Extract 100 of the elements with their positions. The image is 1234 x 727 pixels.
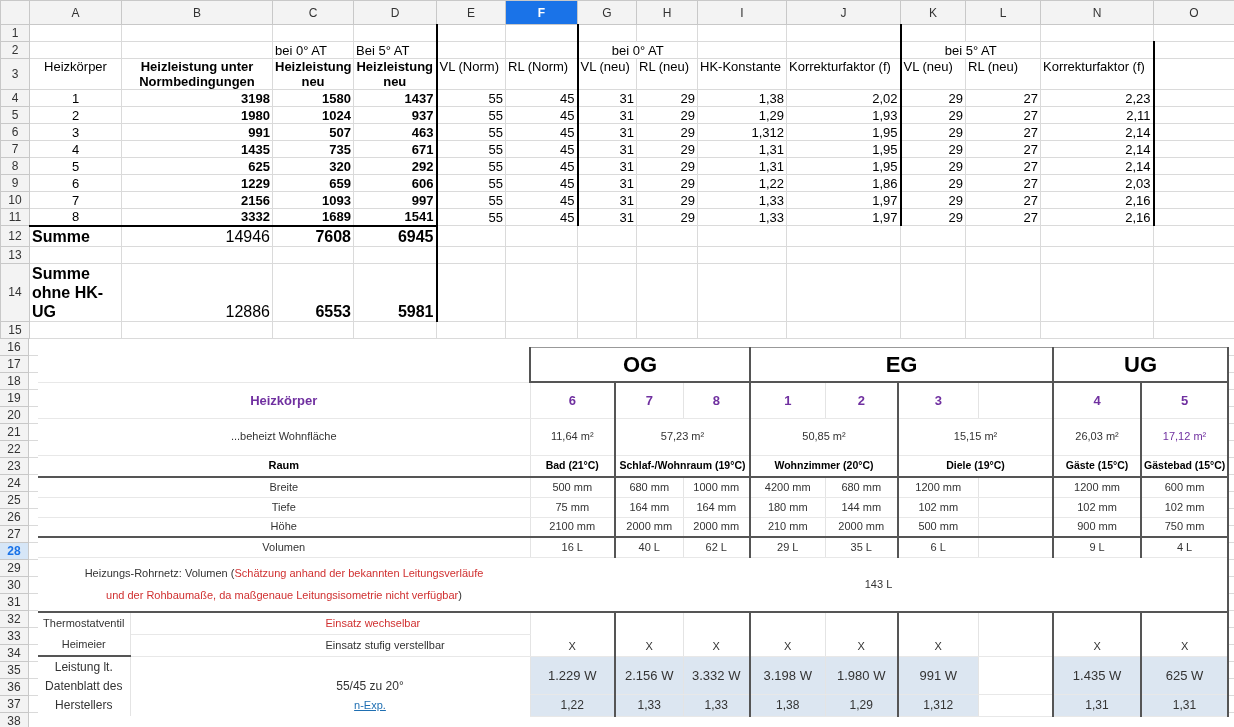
table-cell: 2,16 — [1040, 191, 1154, 209]
table-cell: Schlaf-/Wohnraum (19°C) — [615, 455, 750, 477]
table-cell: 29 — [900, 140, 966, 158]
table-cell: 7 — [29, 191, 122, 209]
table-cell: 164 mm — [683, 497, 750, 517]
table-cell: 606 — [353, 174, 437, 192]
radiator-number: 6 — [530, 382, 615, 418]
table-cell: 29 — [636, 157, 698, 175]
column-header[interactable]: A — [29, 0, 122, 25]
table-cell: 143 L — [530, 557, 1229, 612]
table-cell: 1,31 — [697, 157, 787, 175]
table-cell: 997 — [353, 191, 437, 209]
table-cell: 750 mm — [1141, 517, 1229, 537]
table-cell: 75 mm — [530, 497, 615, 517]
table-cell: 625 W — [1141, 656, 1229, 694]
floor-heading: OG — [530, 347, 750, 382]
table-cell: bei 5° AT — [900, 41, 1041, 59]
table-cell: 2000 mm — [825, 517, 898, 537]
table-cell: 2100 mm — [530, 517, 615, 537]
table-cell: 1,95 — [786, 123, 901, 141]
table-cell: X — [530, 612, 615, 656]
table-cell: 900 mm — [1053, 517, 1142, 537]
table-cell: X — [825, 612, 898, 656]
table-cell: Summe ohne HK-UG — [29, 263, 122, 321]
table-cell: 29 — [636, 191, 698, 209]
column-header[interactable]: H — [636, 0, 698, 25]
column-header[interactable]: B — [121, 0, 273, 25]
table-cell: 164 mm — [615, 497, 683, 517]
column-header[interactable]: G — [577, 0, 637, 25]
table-cell: 2000 mm — [615, 517, 683, 537]
table-cell: 14946 — [121, 225, 273, 246]
table-cell: 1,33 — [697, 208, 787, 226]
table-cell: VL (neu) — [900, 58, 966, 90]
radiator-number: 1 — [750, 382, 825, 418]
column-header[interactable]: J — [786, 0, 901, 25]
table-cell: Gästebad (15°C) — [1141, 455, 1229, 477]
column-header[interactable]: N — [1040, 0, 1154, 25]
table-cell: 31 — [577, 191, 637, 209]
table-cell: Bei 5° AT — [353, 41, 437, 59]
row-header[interactable]: 3 — [0, 58, 30, 90]
column-header[interactable]: C — [272, 0, 354, 25]
column-header[interactable]: F — [505, 0, 578, 25]
table-cell: 1,95 — [786, 140, 901, 158]
table-cell: Summe — [29, 225, 122, 246]
table-cell: Wohnzimmer (20°C) — [750, 455, 898, 477]
table-cell: 27 — [965, 106, 1041, 124]
row-header[interactable]: 14 — [0, 263, 30, 321]
table-cell: 55 — [436, 174, 506, 192]
table-cell: 671 — [353, 140, 437, 158]
table-cell: Volumen — [38, 537, 530, 557]
table-cell: Heizungs-Rohrnetz: Volumen (Schätzung anhand der bekannten Leitungsverläufe und der Rohbaumaße, da maßgenaue Leitungsisometrie nicht verfügbar) — [38, 557, 530, 612]
table-cell: 292 — [353, 157, 437, 175]
table-cell: 27 — [965, 123, 1041, 141]
table-cell: 27 — [965, 140, 1041, 158]
radiator-number: 5 — [1141, 382, 1229, 418]
table-cell: 31 — [577, 89, 637, 107]
table-cell: 50,85 m² — [750, 418, 898, 455]
row-header[interactable]: 12 — [0, 225, 30, 246]
table-cell: Breite — [38, 477, 530, 497]
table-cell: Heizleistung unter Normbedingungen — [121, 58, 273, 90]
column-header[interactable]: E — [436, 0, 506, 25]
column-header[interactable]: O — [1153, 0, 1234, 25]
table-cell: 29 — [900, 123, 966, 141]
column-header[interactable]: D — [353, 0, 437, 25]
table-cell: HK-Konstante — [697, 58, 787, 90]
column-header[interactable]: L — [965, 0, 1041, 25]
table-cell: 1093 — [272, 191, 354, 209]
table-cell: 15,15 m² — [898, 418, 1054, 455]
table-cell: 2156 — [121, 191, 273, 209]
table-cell: 1,97 — [786, 208, 901, 226]
table-cell: 102 mm — [1141, 497, 1229, 517]
table-cell: 27 — [965, 174, 1041, 192]
table-cell: 1580 — [272, 89, 354, 107]
table-cell: 55/45 zu 20° — [130, 656, 530, 694]
table-cell: 17,12 m² — [1141, 418, 1229, 455]
table-cell: 4 L — [1141, 537, 1229, 557]
table-cell: 625 — [121, 157, 273, 175]
n-exp-link[interactable]: n-Exp. — [354, 698, 386, 711]
table-cell: 320 — [272, 157, 354, 175]
table-cell: 55 — [436, 140, 506, 158]
table-cell: 463 — [353, 123, 437, 141]
table-cell: 55 — [436, 191, 506, 209]
column-header[interactable]: I — [697, 0, 787, 25]
table-cell: 2,14 — [1040, 140, 1154, 158]
table-cell: 45 — [505, 140, 578, 158]
table-cell: Thermostatventil Heimeier — [38, 612, 130, 656]
table-cell: 1,86 — [786, 174, 901, 192]
table-cell: 26,03 m² — [1053, 418, 1142, 455]
table-cell: 1,33 — [697, 191, 787, 209]
table-cell: 45 — [505, 89, 578, 107]
table-cell: 1,33 — [615, 694, 683, 716]
table-cell: 1,312 — [898, 694, 978, 716]
table-cell: 27 — [965, 191, 1041, 209]
radiator-number: 8 — [683, 382, 750, 418]
table-cell: 27 — [965, 89, 1041, 107]
table-cell: 62 L — [683, 537, 750, 557]
table-cell: 3198 — [121, 89, 273, 107]
table-cell: 29 — [900, 191, 966, 209]
table-cell: Tiefe — [38, 497, 530, 517]
column-header[interactable]: K — [900, 0, 966, 25]
